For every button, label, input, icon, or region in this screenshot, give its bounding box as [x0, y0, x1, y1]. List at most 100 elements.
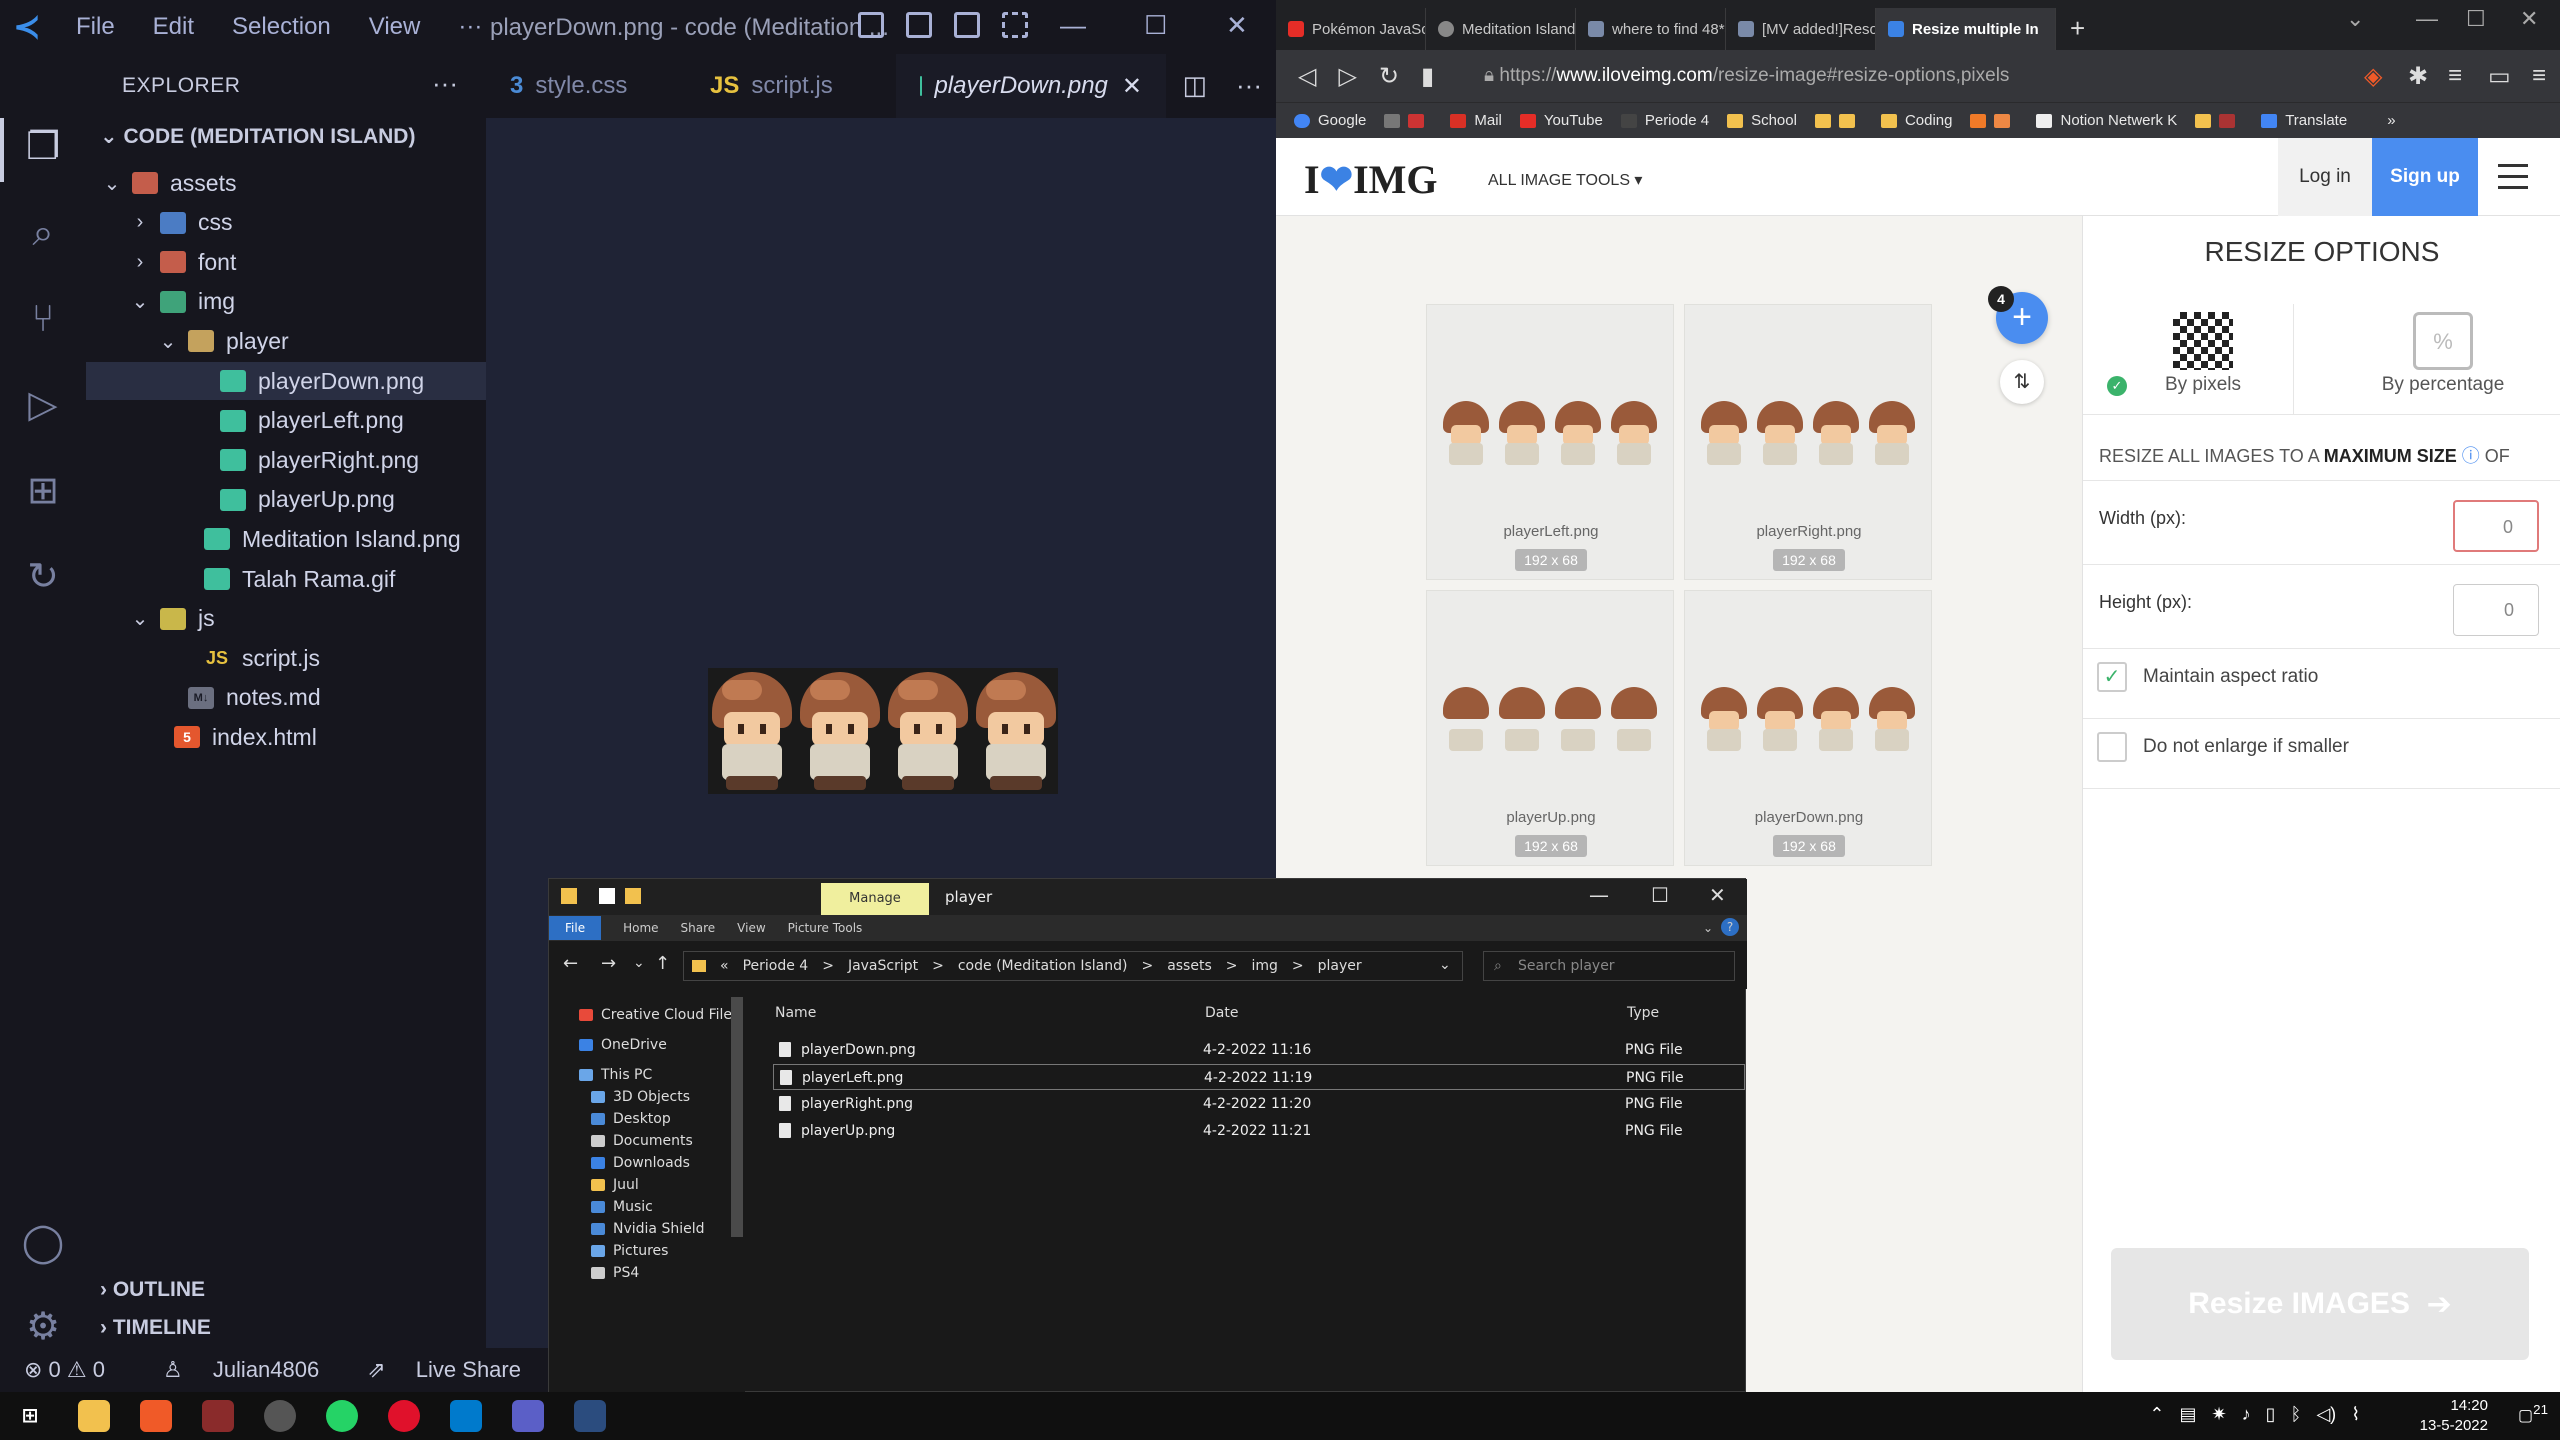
more-bookmarks-icon[interactable]: »: [2387, 112, 2395, 129]
more-actions-icon[interactable]: ···: [432, 68, 458, 99]
back-icon[interactable]: ◁: [1298, 62, 1316, 91]
maximize-icon[interactable]: ☐: [2466, 6, 2486, 32]
tray-app-icon[interactable]: ▤: [2179, 1404, 2196, 1424]
tree-item[interactable]: playerRight.png: [86, 441, 486, 479]
tree-item[interactable]: JS script.js: [86, 639, 486, 677]
bookmark-youtube[interactable]: YouTube: [1519, 112, 1603, 129]
timeline-section[interactable]: › TIMELINE: [100, 1316, 211, 1340]
minimize-icon[interactable]: —: [2416, 6, 2438, 32]
do-not-enlarge-checkbox[interactable]: Do not enlarge if smaller: [2097, 732, 2349, 762]
reload-icon[interactable]: ↻: [1379, 62, 1399, 91]
manage-tab[interactable]: Manage: [821, 883, 929, 915]
bookmark-icons[interactable]: [1970, 113, 2018, 128]
playlist-icon[interactable]: ≡: [2448, 62, 2462, 90]
microphone-icon[interactable]: ♪: [2242, 1404, 2251, 1424]
explorer-icon[interactable]: ❐: [20, 124, 66, 170]
bookmark-mail[interactable]: Mail: [1450, 112, 1502, 129]
by-percentage-option[interactable]: % By percentage: [2337, 294, 2549, 404]
up-icon[interactable]: ↑: [655, 953, 670, 974]
tree-item[interactable]: 5 index.html: [86, 718, 486, 756]
menu-edit[interactable]: Edit: [153, 13, 194, 41]
breadcrumb-item[interactable]: JavaScript: [848, 958, 918, 974]
tree-item[interactable]: playerUp.png: [86, 481, 486, 519]
menu-view[interactable]: View: [369, 13, 421, 41]
customize-layout-icon[interactable]: [1002, 12, 1028, 38]
file-row[interactable]: playerRight.png 4-2-2022 11:20 PNG File: [773, 1091, 1745, 1117]
tree-item[interactable]: ⌄ js: [86, 600, 486, 638]
menu-file[interactable]: File: [76, 13, 115, 41]
ribbon-view[interactable]: View: [737, 921, 765, 935]
tab-search-icon[interactable]: ⌄: [2346, 6, 2364, 32]
menu-icon[interactable]: ≡: [2532, 62, 2546, 90]
image-card[interactable]: playerDown.png 192 x 68: [1684, 590, 1932, 866]
hamburger-menu-icon[interactable]: [2498, 164, 2528, 197]
bookmark-icons[interactable]: [1384, 113, 1432, 128]
ribbon-share[interactable]: Share: [681, 921, 716, 935]
minimize-icon[interactable]: —: [1589, 883, 1609, 907]
tab-style-css[interactable]: 3 style.css: [486, 54, 686, 118]
browser-tab[interactable]: [MV added!]Resourc: [1726, 8, 1876, 50]
image-card[interactable]: playerUp.png 192 x 68: [1426, 590, 1674, 866]
bluetooth-icon[interactable]: ᛒ: [2291, 1404, 2302, 1424]
nav-item[interactable]: Pictures: [591, 1243, 668, 1259]
tree-item[interactable]: ⌄ assets: [86, 164, 486, 202]
nav-item[interactable]: 3D Objects: [591, 1089, 690, 1105]
brave-shield-icon[interactable]: ◈: [2364, 62, 2382, 91]
iloveimg-logo[interactable]: I❤IMG: [1304, 156, 1438, 203]
back-icon[interactable]: ←: [563, 953, 578, 974]
maintain-aspect-ratio-checkbox[interactable]: ✓ Maintain aspect ratio: [2097, 662, 2318, 692]
chevron-up-icon[interactable]: ⌃: [2149, 1404, 2164, 1424]
battery-icon[interactable]: ▯: [2266, 1404, 2276, 1424]
file-row[interactable]: playerLeft.png 4-2-2022 11:19 PNG File: [773, 1064, 1745, 1090]
nav-item[interactable]: OneDrive: [579, 1037, 667, 1053]
chevron-down-icon[interactable]: ⌄: [1439, 957, 1451, 973]
maximize-icon[interactable]: ☐: [1144, 10, 1167, 41]
tree-item[interactable]: Talah Rama.gif: [86, 560, 486, 598]
bookmark-periode4[interactable]: Periode 4: [1620, 112, 1709, 129]
bookmark-translate[interactable]: Translate: [2261, 112, 2347, 129]
bookmark-notion[interactable]: Notion Netwerk K: [2036, 112, 2177, 129]
signup-button[interactable]: Sign up: [2372, 138, 2478, 216]
app-icon[interactable]: [202, 1400, 234, 1432]
breadcrumb-item[interactable]: code (Meditation Island): [958, 958, 1128, 974]
nav-item[interactable]: Creative Cloud File: [579, 1007, 732, 1023]
help-icon[interactable]: ⓘ: [2462, 446, 2480, 466]
maximize-icon[interactable]: ☐: [1651, 883, 1669, 907]
nav-item[interactable]: Documents: [591, 1133, 693, 1149]
close-icon[interactable]: ✕: [1709, 883, 1726, 907]
live-share-icon[interactable]: ↻: [20, 554, 66, 600]
more-actions-icon[interactable]: ···: [1236, 70, 1262, 100]
forward-icon[interactable]: ▷: [1338, 62, 1356, 91]
teams-icon[interactable]: [512, 1400, 544, 1432]
nav-item[interactable]: PS4: [591, 1265, 639, 1281]
sort-icon[interactable]: ⇅: [2000, 360, 2044, 404]
resize-images-button[interactable]: Resize IMAGES ➔: [2111, 1248, 2529, 1360]
problems-indicator[interactable]: ⊗ 0 ⚠ 0: [24, 1357, 105, 1383]
breadcrumb-item[interactable]: «: [720, 958, 729, 974]
bookmark-folders[interactable]: [1814, 113, 1863, 128]
image-card[interactable]: playerRight.png 192 x 68: [1684, 304, 1932, 580]
by-pixels-option[interactable]: ✓ By pixels: [2097, 294, 2309, 404]
nav-item[interactable]: Juul: [591, 1177, 639, 1193]
nav-scrollbar[interactable]: [731, 997, 743, 1237]
vscode-icon[interactable]: [450, 1400, 482, 1432]
tab-script-js[interactable]: JS script.js: [686, 54, 896, 118]
help-icon[interactable]: ?: [1721, 918, 1739, 936]
tree-item[interactable]: ⌄ player: [86, 322, 486, 360]
split-editor-icon[interactable]: ◫: [1183, 70, 1208, 100]
run-debug-icon[interactable]: ▷: [20, 382, 66, 428]
file-explorer-icon[interactable]: [78, 1400, 110, 1432]
browser-tab[interactable]: where to find 48*48: [1576, 8, 1726, 50]
new-folder-icon[interactable]: [625, 888, 641, 904]
toggle-secondary-sidebar-icon[interactable]: [954, 12, 980, 38]
file-row[interactable]: playerDown.png 4-2-2022 11:16 PNG File: [773, 1037, 1745, 1063]
all-tools-menu[interactable]: ALL IMAGE TOOLS ▾: [1488, 170, 1642, 190]
forward-icon[interactable]: →: [601, 953, 616, 974]
source-control-icon[interactable]: ⑂: [20, 296, 66, 342]
tree-item[interactable]: Meditation Island.png: [86, 520, 486, 558]
nav-item[interactable]: Desktop: [591, 1111, 671, 1127]
extensions-icon[interactable]: ⊞: [20, 468, 66, 514]
outline-section[interactable]: › OUTLINE: [100, 1278, 205, 1302]
powershell-icon[interactable]: [574, 1400, 606, 1432]
nav-item[interactable]: Nvidia Shield: [591, 1221, 705, 1237]
